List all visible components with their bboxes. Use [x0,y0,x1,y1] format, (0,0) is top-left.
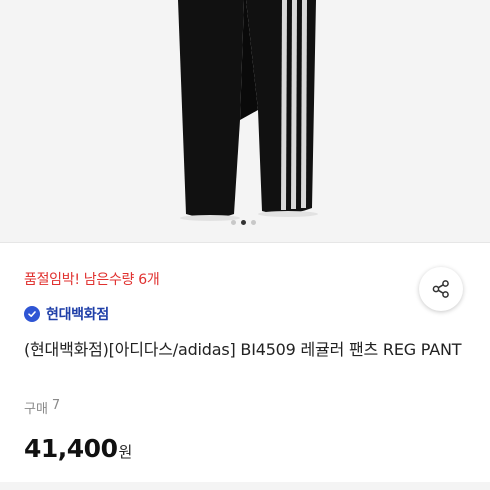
divider [0,242,490,243]
pagination-dot-active[interactable] [241,220,246,225]
gallery-pagination [231,220,256,225]
price: 41,400 원 [24,434,132,463]
seller-link[interactable]: 현대백화점 [24,304,109,324]
pants-illustration [0,0,490,242]
product-title: (현대백화점)[아디다스/adidas] BI4509 레귤러 팬츠 REG P… [24,340,462,359]
share-button[interactable] [419,267,463,311]
share-icon [432,280,449,298]
seller-name: 현대백화점 [46,307,109,323]
pagination-dot[interactable] [251,220,256,225]
price-unit: 원 [118,443,133,461]
verified-check-icon [24,306,40,322]
purchase-label: 구매 [24,402,48,417]
purchase-count: 구매 7 [24,398,60,417]
stock-alert: 품절임박! 남은수량 6개 [24,272,160,288]
section-divider [0,482,490,490]
pagination-dot[interactable] [231,220,236,225]
purchase-count-value: 7 [51,398,61,413]
price-value: 41,400 [24,434,118,463]
product-image[interactable] [0,0,490,242]
